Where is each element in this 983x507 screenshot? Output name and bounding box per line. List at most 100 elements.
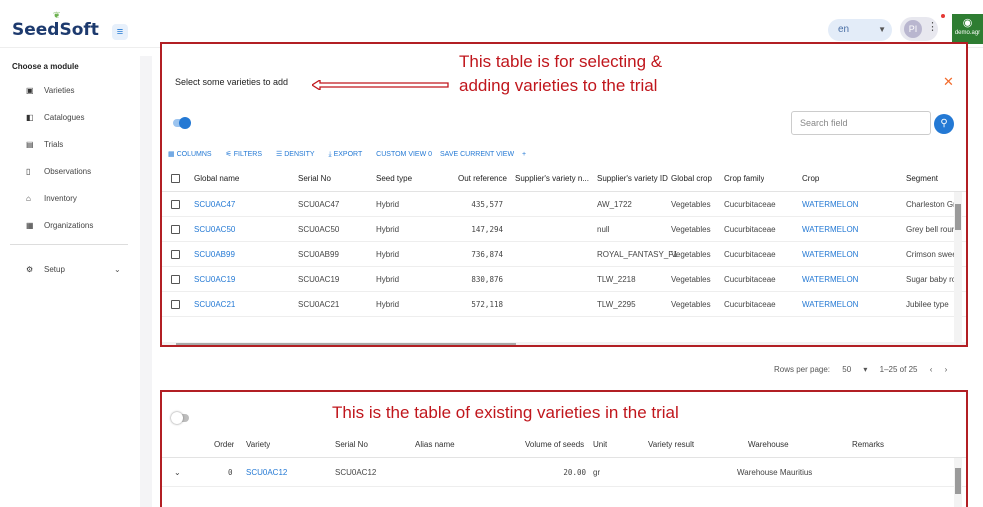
column-header[interactable]: Unit [593, 432, 607, 458]
organizations-icon: ▦ [26, 221, 34, 230]
row-checkbox[interactable] [171, 300, 180, 309]
column-header[interactable]: Out reference [458, 166, 507, 192]
table-row[interactable]: ⌄ 0 SCU0AC12 SCU0AC12 20.00 gr Warehouse… [162, 459, 966, 487]
column-header[interactable]: Global name [194, 166, 239, 192]
table-row[interactable]: SCU0AC50 SCU0AC50 Hybrid 147,294 null Ve… [162, 218, 966, 242]
crop-family-cell: Cucurbitaceae [724, 275, 776, 284]
sidebar-item-observations[interactable]: ▯ Observations [26, 165, 91, 179]
main-scrollbar[interactable] [140, 56, 152, 507]
out-reference-cell: 830,876 [471, 275, 503, 284]
toggle-switch[interactable] [171, 412, 189, 424]
crop-link[interactable]: WATERMELON [802, 243, 858, 267]
column-header[interactable]: Variety [246, 432, 270, 458]
global-crop-cell: Vegetables [671, 225, 711, 234]
notification-dot [941, 14, 945, 18]
column-header[interactable]: Supplier's variety ID [597, 166, 668, 192]
global-name-link[interactable]: SCU0AC19 [194, 268, 235, 292]
menu-toggle-button[interactable]: ≡ [112, 24, 128, 40]
chevron-down-icon[interactable]: ⌄ [114, 263, 121, 277]
row-checkbox[interactable] [171, 225, 180, 234]
serial-no-cell: SCU0AB99 [298, 250, 339, 259]
table-vertical-scrollbar[interactable] [954, 458, 962, 507]
environment-badge[interactable]: ◉ demo.agr [952, 14, 983, 44]
sidebar-item-catalogues[interactable]: ◧ Catalogues [26, 111, 84, 125]
next-page-icon[interactable]: › [945, 365, 948, 374]
scrollbar-thumb[interactable] [176, 343, 516, 345]
scrollbar-thumb[interactable] [955, 468, 961, 494]
pagination: Rows per page: 50 ▾ 1–25 of 25 ‹ › [774, 365, 957, 374]
select-all-checkbox[interactable] [171, 174, 180, 183]
global-name-link[interactable]: SCU0AC21 [194, 293, 235, 317]
crop-link[interactable]: WATERMELON [802, 218, 858, 242]
sidebar-item-varieties[interactable]: ▣ Varieties [26, 84, 75, 98]
column-header[interactable]: Volume of seeds [525, 432, 584, 458]
language-select[interactable]: en ▼ [828, 19, 892, 41]
row-checkbox[interactable] [171, 250, 180, 259]
variety-link[interactable]: SCU0AC12 [246, 459, 287, 487]
table-horizontal-scrollbar[interactable] [162, 342, 966, 345]
column-header[interactable]: Segment [906, 166, 938, 192]
row-checkbox[interactable] [171, 200, 180, 209]
crop-link[interactable]: WATERMELON [802, 268, 858, 292]
table-row[interactable]: SCU0AC21 SCU0AC21 Hybrid 572,118 TLW_229… [162, 293, 966, 317]
seed-type-cell: Hybrid [376, 300, 400, 309]
column-header[interactable]: Supplier's variety n... [515, 166, 595, 192]
column-header[interactable]: Warehouse [748, 432, 789, 458]
columns-button[interactable]: ▦ COLUMNS [168, 151, 218, 158]
order-cell: 0 [228, 468, 233, 477]
column-header[interactable]: Crop family [724, 166, 764, 192]
filters-button[interactable]: ⚟ FILTERS [226, 151, 269, 158]
global-name-link[interactable]: SCU0AC47 [194, 193, 235, 217]
close-icon[interactable]: ✕ [943, 74, 954, 90]
column-header[interactable]: Alias name [415, 432, 455, 458]
export-button[interactable]: ⤓ EXPORT [329, 151, 369, 158]
column-header[interactable]: Serial No [335, 432, 368, 458]
serial-no-cell: SCU0AC47 [298, 200, 340, 209]
search-input[interactable]: Search field [791, 111, 931, 135]
avatar[interactable]: PI [904, 20, 922, 38]
column-header[interactable]: Variety result [648, 432, 694, 458]
column-header[interactable]: Crop [802, 166, 819, 192]
rows-per-page-select[interactable]: 50 ▾ [842, 365, 867, 374]
row-checkbox[interactable] [171, 275, 180, 284]
table-row[interactable]: SCU0AB99 SCU0AB99 Hybrid 736,874 ROYAL_F… [162, 243, 966, 267]
setup-icon: ⚙ [26, 265, 34, 274]
column-header[interactable]: Global crop [671, 166, 712, 192]
scrollbar-thumb[interactable] [955, 204, 961, 230]
table-row[interactable]: SCU0AC47 SCU0AC47 Hybrid 435,577 AW_1722… [162, 193, 966, 217]
serial-no-cell: SCU0AC12 [335, 468, 377, 477]
search-icon[interactable]: ⚲ [934, 114, 954, 134]
add-view-button[interactable]: + [522, 151, 526, 158]
page-range: 1–25 of 25 [879, 365, 918, 374]
density-button[interactable]: ☰ DENSITY [276, 151, 321, 158]
save-view-button[interactable]: SAVE CURRENT VIEW [440, 151, 514, 158]
toggle-switch[interactable] [173, 117, 191, 129]
expand-row-icon[interactable]: ⌄ [174, 459, 181, 487]
unit-cell: gr [593, 468, 601, 477]
global-name-link[interactable]: SCU0AB99 [194, 243, 235, 267]
global-name-link[interactable]: SCU0AC50 [194, 218, 235, 242]
sidebar-item-setup[interactable]: ⚙ Setup [26, 263, 65, 277]
sidebar-item-organizations[interactable]: ▦ Organizations [26, 219, 93, 233]
observations-icon: ▯ [26, 167, 31, 176]
annotation-arrow [312, 80, 449, 90]
column-header[interactable]: Seed type [376, 166, 412, 192]
global-crop-cell: Vegetables [671, 275, 711, 284]
sidebar-item-inventory[interactable]: ⌂ Inventory [26, 192, 77, 206]
previous-page-icon[interactable]: ‹ [930, 365, 933, 374]
crop-link[interactable]: WATERMELON [802, 293, 858, 317]
more-vert-icon[interactable]: ⋮ [927, 20, 938, 33]
sidebar-item-trials[interactable]: ▤ Trials [26, 138, 63, 152]
column-header[interactable]: Order [214, 432, 234, 458]
custom-view-button[interactable]: CUSTOM VIEW 0 [376, 151, 432, 158]
user-menu[interactable]: PI ⋮ [900, 17, 938, 41]
app-logo[interactable]: SeedSoft ❦ [12, 11, 99, 40]
crop-link[interactable]: WATERMELON [802, 193, 858, 217]
top-bar: SeedSoft ❦ ≡ en ▼ PI ⋮ ◉ demo.agr [0, 0, 983, 48]
catalogues-icon: ◧ [26, 113, 34, 122]
crop-family-cell: Cucurbitaceae [724, 200, 776, 209]
table-vertical-scrollbar[interactable] [954, 192, 962, 342]
table-row[interactable]: SCU0AC19 SCU0AC19 Hybrid 830,876 TLW_221… [162, 268, 966, 292]
column-header[interactable]: Serial No [298, 166, 331, 192]
column-header[interactable]: Remarks [852, 432, 884, 458]
